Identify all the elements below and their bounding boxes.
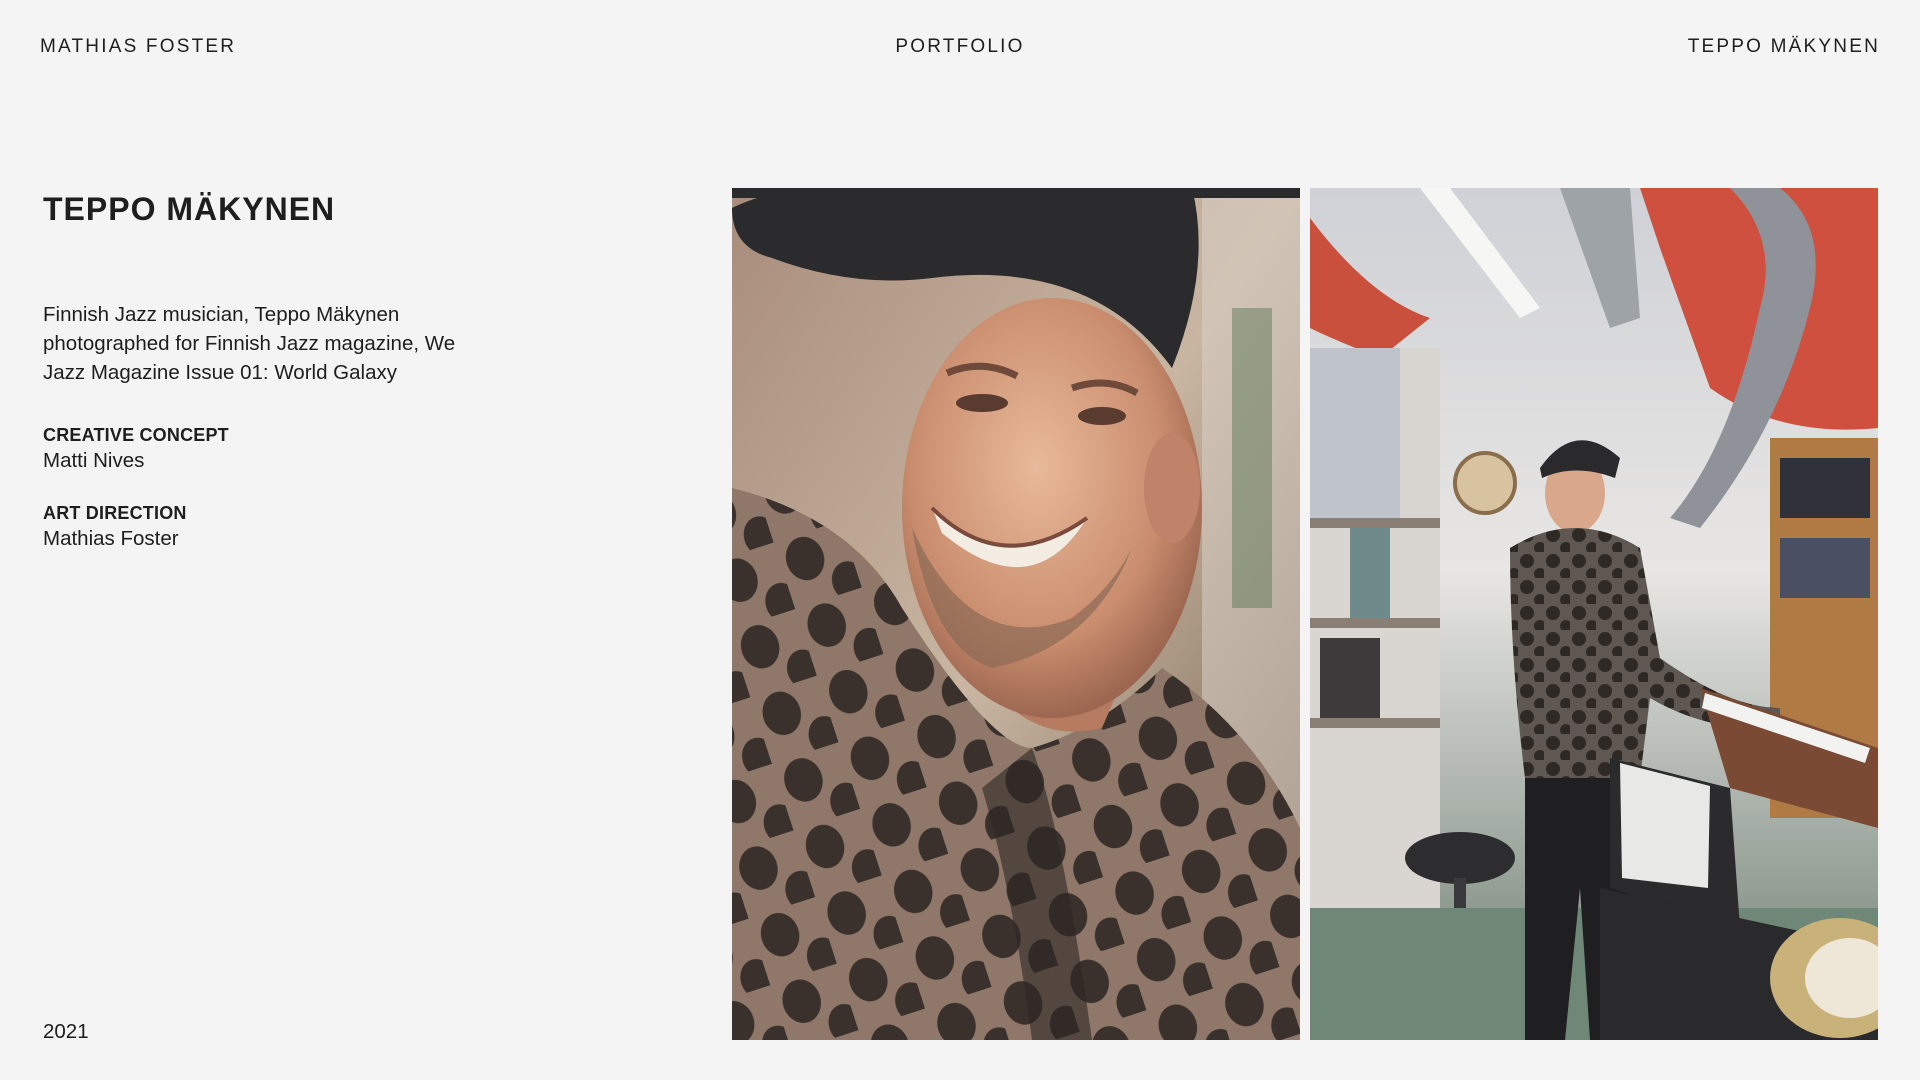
project-link[interactable]: TEPPO MÄKYNEN xyxy=(1688,36,1880,58)
portfolio-link[interactable]: PORTFOLIO xyxy=(895,36,1024,57)
credit-value: Matti Nives xyxy=(43,449,145,472)
project-year: 2021 xyxy=(43,1020,89,1043)
studio-photo xyxy=(1310,188,1878,1040)
credit-value: Mathias Foster xyxy=(43,527,179,550)
portrait-photo xyxy=(732,188,1300,1040)
top-navigation: MATHIAS FOSTER PORTFOLIO TEPPO MÄKYNEN xyxy=(0,0,1920,94)
project-description: Finnish Jazz musician, Teppo Mäkynen pho… xyxy=(43,303,456,384)
home-link[interactable]: MATHIAS FOSTER xyxy=(40,36,236,58)
portfolio-link-wrapper: PORTFOLIO xyxy=(0,36,1920,58)
credit-art-direction: ART DIRECTION Mathias Foster xyxy=(43,501,603,553)
portrait-image xyxy=(732,188,1300,1040)
project-info: TEPPO MÄKYNEN Finnish Jazz musician, Tep… xyxy=(43,190,603,553)
credit-label: CREATIVE CONCEPT xyxy=(43,425,229,445)
studio-image xyxy=(1310,188,1878,1040)
credit-creative-concept: CREATIVE CONCEPT Matti Nives xyxy=(43,423,603,475)
page-title: TEPPO MÄKYNEN xyxy=(43,191,336,227)
credit-label: ART DIRECTION xyxy=(43,503,187,523)
